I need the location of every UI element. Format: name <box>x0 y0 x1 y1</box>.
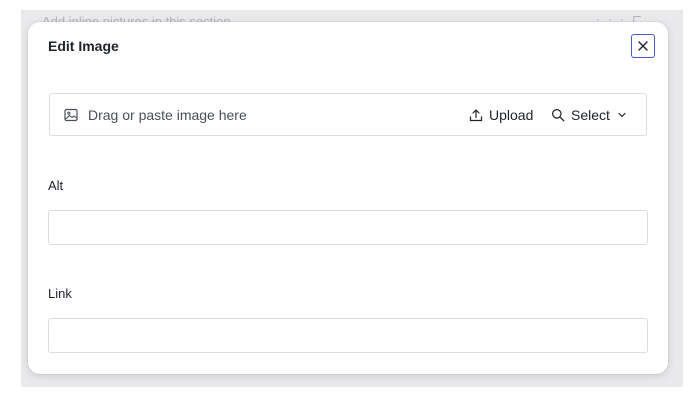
close-button[interactable] <box>631 34 655 58</box>
link-label: Link <box>48 286 72 301</box>
select-dropdown[interactable]: Select <box>551 105 628 125</box>
search-icon <box>552 109 565 122</box>
alt-label: Alt <box>48 178 64 193</box>
close-icon <box>638 41 648 51</box>
select-label: Select <box>571 107 610 123</box>
image-dropzone[interactable]: Drag or paste image here Upload Select <box>49 93 647 136</box>
edit-image-dialog: Edit Image Drag or paste image here Uplo… <box>28 22 668 374</box>
image-icon <box>64 108 78 122</box>
upload-label: Upload <box>489 107 534 123</box>
dropzone-text: Drag or paste image here <box>88 107 247 123</box>
upload-icon <box>469 109 483 122</box>
link-input[interactable] <box>48 318 648 353</box>
chevron-down-icon <box>618 112 626 118</box>
upload-button[interactable]: Upload <box>469 105 533 125</box>
dialog-title: Edit Image <box>48 38 119 54</box>
alt-input[interactable] <box>48 210 648 245</box>
